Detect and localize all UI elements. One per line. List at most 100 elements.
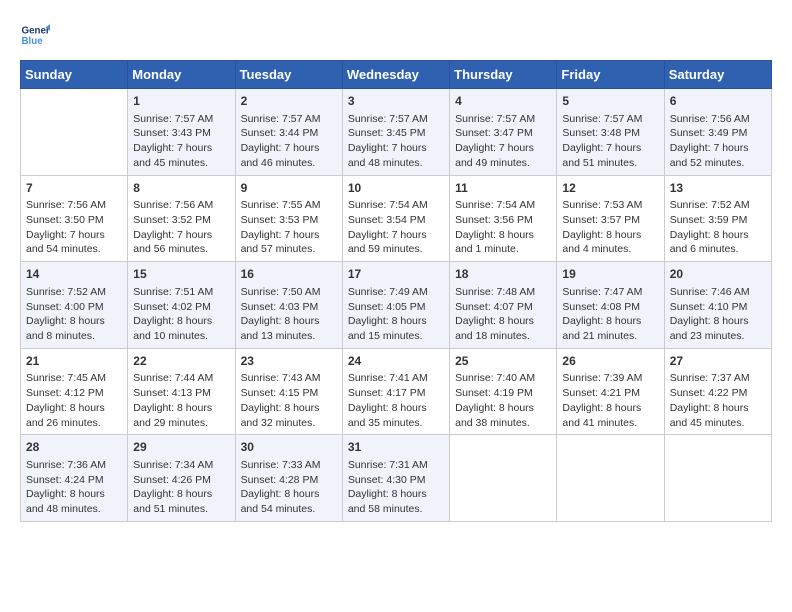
calendar-cell: 7Sunrise: 7:56 AM Sunset: 3:50 PM Daylig…: [21, 175, 128, 262]
day-number: 2: [241, 93, 337, 110]
day-number: 6: [670, 93, 766, 110]
calendar-body: 1 Sunrise: 7:57 AM Sunset: 3:43 PM Daylig…: [21, 89, 772, 522]
cell-content: Sunrise: 7:57 AM Sunset: 3:45 PM Dayligh…: [348, 112, 444, 171]
calendar-cell: 27Sunrise: 7:37 AM Sunset: 4:22 PM Dayli…: [664, 348, 771, 435]
header-thursday: Thursday: [450, 61, 557, 89]
cell-content: Sunrise: 7:57 AM Sunset: 3:43 PM Dayligh…: [133, 112, 229, 171]
header-friday: Friday: [557, 61, 664, 89]
cell-content: Sunrise: 7:55 AM Sunset: 3:53 PM Dayligh…: [241, 198, 337, 257]
calendar-header: SundayMondayTuesdayWednesdayThursdayFrid…: [21, 61, 772, 89]
day-number: 14: [26, 266, 122, 283]
cell-content: Sunrise: 7:44 AM Sunset: 4:13 PM Dayligh…: [133, 371, 229, 430]
calendar-cell: 16 Sunrise: 7:50 AM Sunset: 4:03 PM Dayli…: [235, 262, 342, 349]
day-number: 20: [670, 266, 766, 283]
day-number: 17: [348, 266, 444, 283]
cell-content: Sunrise: 7:53 AM Sunset: 3:57 PM Dayligh…: [562, 198, 658, 257]
day-number: 16: [241, 266, 337, 283]
calendar-cell: 22Sunrise: 7:44 AM Sunset: 4:13 PM Dayli…: [128, 348, 235, 435]
header-saturday: Saturday: [664, 61, 771, 89]
day-number: 7: [26, 180, 122, 197]
logo-icon: General Blue: [20, 20, 50, 50]
day-number: 19: [562, 266, 658, 283]
day-number: 13: [670, 180, 766, 197]
cell-content: Sunrise: 7:57 AM Sunset: 3:48 PM Dayligh…: [562, 112, 658, 171]
cell-content: Sunrise: 7:43 AM Sunset: 4:15 PM Dayligh…: [241, 371, 337, 430]
day-number: 5: [562, 93, 658, 110]
header-wednesday: Wednesday: [342, 61, 449, 89]
calendar-cell: 11Sunrise: 7:54 AM Sunset: 3:56 PM Dayli…: [450, 175, 557, 262]
day-number: 26: [562, 353, 658, 370]
calendar-cell: 2 Sunrise: 7:57 AM Sunset: 3:44 PM Daylig…: [235, 89, 342, 176]
day-number: 29: [133, 439, 229, 456]
cell-content: Sunrise: 7:54 AM Sunset: 3:54 PM Dayligh…: [348, 198, 444, 257]
cell-content: Sunrise: 7:50 AM Sunset: 4:03 PM Dayligh…: [241, 285, 337, 344]
day-number: 31: [348, 439, 444, 456]
cell-content: Sunrise: 7:34 AM Sunset: 4:26 PM Dayligh…: [133, 458, 229, 517]
header-tuesday: Tuesday: [235, 61, 342, 89]
cell-content: Sunrise: 7:57 AM Sunset: 3:47 PM Dayligh…: [455, 112, 551, 171]
calendar-week-3: 14 Sunrise: 7:52 AM Sunset: 4:00 PM Dayli…: [21, 262, 772, 349]
day-number: 1: [133, 93, 229, 110]
day-number: 25: [455, 353, 551, 370]
calendar-cell: 18Sunrise: 7:48 AM Sunset: 4:07 PM Dayli…: [450, 262, 557, 349]
day-number: 3: [348, 93, 444, 110]
calendar-week-4: 21Sunrise: 7:45 AM Sunset: 4:12 PM Dayli…: [21, 348, 772, 435]
calendar-cell: 3 Sunrise: 7:57 AM Sunset: 3:45 PM Daylig…: [342, 89, 449, 176]
cell-content: Sunrise: 7:41 AM Sunset: 4:17 PM Dayligh…: [348, 371, 444, 430]
svg-text:Blue: Blue: [22, 36, 44, 47]
cell-content: Sunrise: 7:40 AM Sunset: 4:19 PM Dayligh…: [455, 371, 551, 430]
calendar-cell: 8Sunrise: 7:56 AM Sunset: 3:52 PM Daylig…: [128, 175, 235, 262]
day-number: 21: [26, 353, 122, 370]
day-number: 28: [26, 439, 122, 456]
day-number: 4: [455, 93, 551, 110]
day-number: 18: [455, 266, 551, 283]
day-number: 11: [455, 180, 551, 197]
day-number: 12: [562, 180, 658, 197]
cell-content: Sunrise: 7:46 AM Sunset: 4:10 PM Dayligh…: [670, 285, 766, 344]
day-number: 27: [670, 353, 766, 370]
calendar-cell: 10Sunrise: 7:54 AM Sunset: 3:54 PM Dayli…: [342, 175, 449, 262]
cell-content: Sunrise: 7:56 AM Sunset: 3:50 PM Dayligh…: [26, 198, 122, 257]
calendar-week-2: 7Sunrise: 7:56 AM Sunset: 3:50 PM Daylig…: [21, 175, 772, 262]
calendar-week-1: 1 Sunrise: 7:57 AM Sunset: 3:43 PM Daylig…: [21, 89, 772, 176]
calendar-cell: 12Sunrise: 7:53 AM Sunset: 3:57 PM Dayli…: [557, 175, 664, 262]
calendar-cell: 29 Sunrise: 7:34 AM Sunset: 4:26 PM Dayli…: [128, 435, 235, 522]
calendar-cell: 30Sunrise: 7:33 AM Sunset: 4:28 PM Dayli…: [235, 435, 342, 522]
calendar-cell: 4 Sunrise: 7:57 AM Sunset: 3:47 PM Daylig…: [450, 89, 557, 176]
day-number: 23: [241, 353, 337, 370]
calendar-cell: [21, 89, 128, 176]
cell-content: Sunrise: 7:51 AM Sunset: 4:02 PM Dayligh…: [133, 285, 229, 344]
page-header: General Blue: [20, 20, 772, 50]
cell-content: Sunrise: 7:52 AM Sunset: 4:00 PM Dayligh…: [26, 285, 122, 344]
cell-content: Sunrise: 7:37 AM Sunset: 4:22 PM Dayligh…: [670, 371, 766, 430]
calendar-cell: 13Sunrise: 7:52 AM Sunset: 3:59 PM Dayli…: [664, 175, 771, 262]
cell-content: Sunrise: 7:36 AM Sunset: 4:24 PM Dayligh…: [26, 458, 122, 517]
calendar-cell: 19 Sunrise: 7:47 AM Sunset: 4:08 PM Dayli…: [557, 262, 664, 349]
calendar-cell: 14 Sunrise: 7:52 AM Sunset: 4:00 PM Dayli…: [21, 262, 128, 349]
calendar-cell: [664, 435, 771, 522]
calendar-cell: 15 Sunrise: 7:51 AM Sunset: 4:02 PM Dayli…: [128, 262, 235, 349]
cell-content: Sunrise: 7:52 AM Sunset: 3:59 PM Dayligh…: [670, 198, 766, 257]
cell-content: Sunrise: 7:57 AM Sunset: 3:44 PM Dayligh…: [241, 112, 337, 171]
calendar-week-5: 28 Sunrise: 7:36 AM Sunset: 4:24 PM Dayli…: [21, 435, 772, 522]
day-number: 8: [133, 180, 229, 197]
cell-content: Sunrise: 7:49 AM Sunset: 4:05 PM Dayligh…: [348, 285, 444, 344]
calendar-cell: 28 Sunrise: 7:36 AM Sunset: 4:24 PM Dayli…: [21, 435, 128, 522]
calendar-cell: 21Sunrise: 7:45 AM Sunset: 4:12 PM Dayli…: [21, 348, 128, 435]
calendar-cell: 5 Sunrise: 7:57 AM Sunset: 3:48 PM Daylig…: [557, 89, 664, 176]
cell-content: Sunrise: 7:54 AM Sunset: 3:56 PM Dayligh…: [455, 198, 551, 257]
cell-content: Sunrise: 7:45 AM Sunset: 4:12 PM Dayligh…: [26, 371, 122, 430]
day-number: 24: [348, 353, 444, 370]
calendar-cell: 23Sunrise: 7:43 AM Sunset: 4:15 PM Dayli…: [235, 348, 342, 435]
day-number: 15: [133, 266, 229, 283]
cell-content: Sunrise: 7:31 AM Sunset: 4:30 PM Dayligh…: [348, 458, 444, 517]
calendar-cell: 9Sunrise: 7:55 AM Sunset: 3:53 PM Daylig…: [235, 175, 342, 262]
calendar-cell: [557, 435, 664, 522]
cell-content: Sunrise: 7:47 AM Sunset: 4:08 PM Dayligh…: [562, 285, 658, 344]
calendar-cell: 31 Sunrise: 7:31 AM Sunset: 4:30 PM Dayli…: [342, 435, 449, 522]
day-number: 10: [348, 180, 444, 197]
calendar-cell: 6Sunrise: 7:56 AM Sunset: 3:49 PM Daylig…: [664, 89, 771, 176]
cell-content: Sunrise: 7:39 AM Sunset: 4:21 PM Dayligh…: [562, 371, 658, 430]
header-sunday: Sunday: [21, 61, 128, 89]
svg-text:General: General: [22, 26, 51, 37]
